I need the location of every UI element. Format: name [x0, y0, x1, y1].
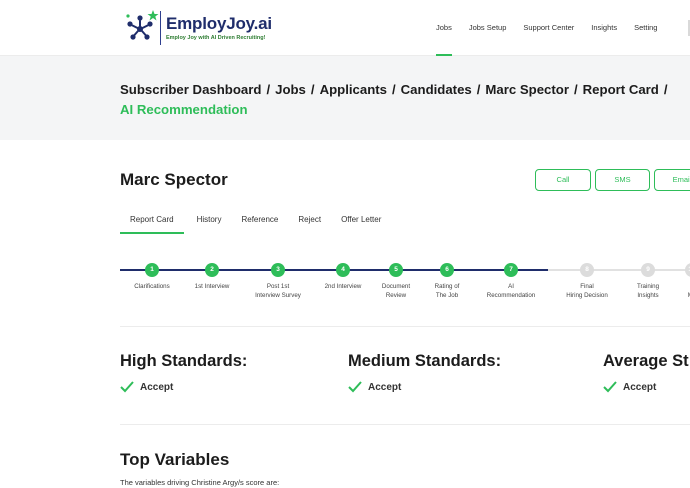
breadcrumb-item-report-card[interactable]: Report Card [583, 82, 659, 97]
high-standards: High Standards: Accept [120, 352, 247, 393]
average-standards: Average St Accept [603, 352, 689, 393]
email-button[interactable]: Email [654, 169, 690, 191]
brand-name: EmployJoy.ai [166, 14, 272, 33]
check-icon [120, 381, 134, 393]
nav-item-insights[interactable]: Insights [591, 0, 617, 56]
nav-item-setting[interactable]: Setting [634, 0, 657, 56]
section-divider [120, 326, 690, 327]
breadcrumb-item-subscriber-dashboard[interactable]: Subscriber Dashboard [120, 82, 261, 97]
call-button[interactable]: Call [535, 169, 591, 191]
medium-standards-result: Accept [348, 381, 501, 393]
breadcrumb-band: Subscriber Dashboard / Jobs / Applicants / Can… [0, 56, 690, 140]
high-standards-value: Accept [140, 381, 174, 393]
medium-standards-value: Accept [368, 381, 402, 393]
breadcrumb-item-jobs[interactable]: Jobs [275, 82, 306, 97]
tab-report-card[interactable]: Report Card [120, 210, 184, 234]
top-header: EmployJoy.ai Employ Joy with AI Driven R… [0, 0, 690, 56]
nav-item-jobs[interactable]: Jobs [436, 0, 452, 56]
sms-button[interactable]: SMS [595, 169, 650, 191]
tab-history[interactable]: History [184, 210, 232, 234]
high-standards-result: Accept [120, 381, 247, 393]
step-tenth[interactable]: 10 C Me [652, 258, 690, 300]
breadcrumb-item-applicants[interactable]: Applicants [320, 82, 387, 97]
check-icon [603, 381, 617, 393]
top-variables-description: The variables driving Christine Argy/s s… [120, 478, 280, 487]
breadcrumb-separator: / [391, 82, 396, 97]
progress-stepper: 1 Clarifications 2 1st Interview 3 Post … [0, 258, 690, 308]
medium-standards-title: Medium Standards: [348, 352, 502, 370]
breadcrumb-current: AI Recommendation [120, 102, 248, 117]
step-number: 3 [271, 263, 285, 277]
breadcrumb-separator: / [266, 82, 271, 97]
step-number: 5 [389, 263, 403, 277]
top-variables-title: Top Variables [120, 450, 230, 469]
medium-standards: Medium Standards: Accept [348, 352, 501, 393]
candidate-tabs: Report Card History Reference Reject Off… [120, 210, 391, 234]
main-nav: Jobs Jobs Setup Support Center Insights … [436, 0, 674, 56]
step-ai-recommendation[interactable]: 7 AI Recommendation [471, 258, 551, 300]
breadcrumb: Subscriber Dashboard / Jobs / Applicants / Can… [120, 80, 680, 120]
step-number: 10 [685, 263, 690, 277]
check-icon [348, 381, 362, 393]
brand-logo[interactable]: EmployJoy.ai Employ Joy with AI Driven R… [120, 7, 272, 49]
breadcrumb-separator: / [573, 82, 578, 97]
candidate-name: Marc Spector [120, 170, 228, 189]
breadcrumb-item-candidates[interactable]: Candidates [401, 82, 472, 97]
step-number: 6 [440, 263, 454, 277]
nav-item-support-center[interactable]: Support Center [523, 0, 574, 56]
breadcrumb-item-candidate[interactable]: Marc Spector [485, 82, 569, 97]
tab-reference[interactable]: Reference [231, 210, 288, 234]
step-number: 1 [145, 263, 159, 277]
breadcrumb-separator: / [310, 82, 315, 97]
high-standards-title: High Standards: [120, 352, 248, 370]
step-number: 4 [336, 263, 350, 277]
step-label: C Me [652, 283, 690, 300]
breadcrumb-separator: / [476, 82, 481, 97]
tab-offer-letter[interactable]: Offer Letter [331, 210, 391, 234]
step-number: 7 [504, 263, 518, 277]
step-label: AI Recommendation [486, 283, 536, 299]
average-standards-title: Average St [603, 352, 689, 370]
section-divider [120, 424, 690, 425]
average-standards-result: Accept [603, 381, 689, 393]
step-number: 8 [580, 263, 594, 277]
logo-icon [126, 10, 159, 40]
average-standards-value: Accept [623, 381, 657, 393]
nav-item-jobs-setup[interactable]: Jobs Setup [469, 0, 507, 56]
breadcrumb-separator: / [663, 82, 668, 97]
brand-tagline: Employ Joy with AI Driven Recruiting! [166, 35, 266, 41]
tab-reject[interactable]: Reject [288, 210, 331, 234]
logo-divider [160, 11, 161, 45]
step-number: 2 [205, 263, 219, 277]
